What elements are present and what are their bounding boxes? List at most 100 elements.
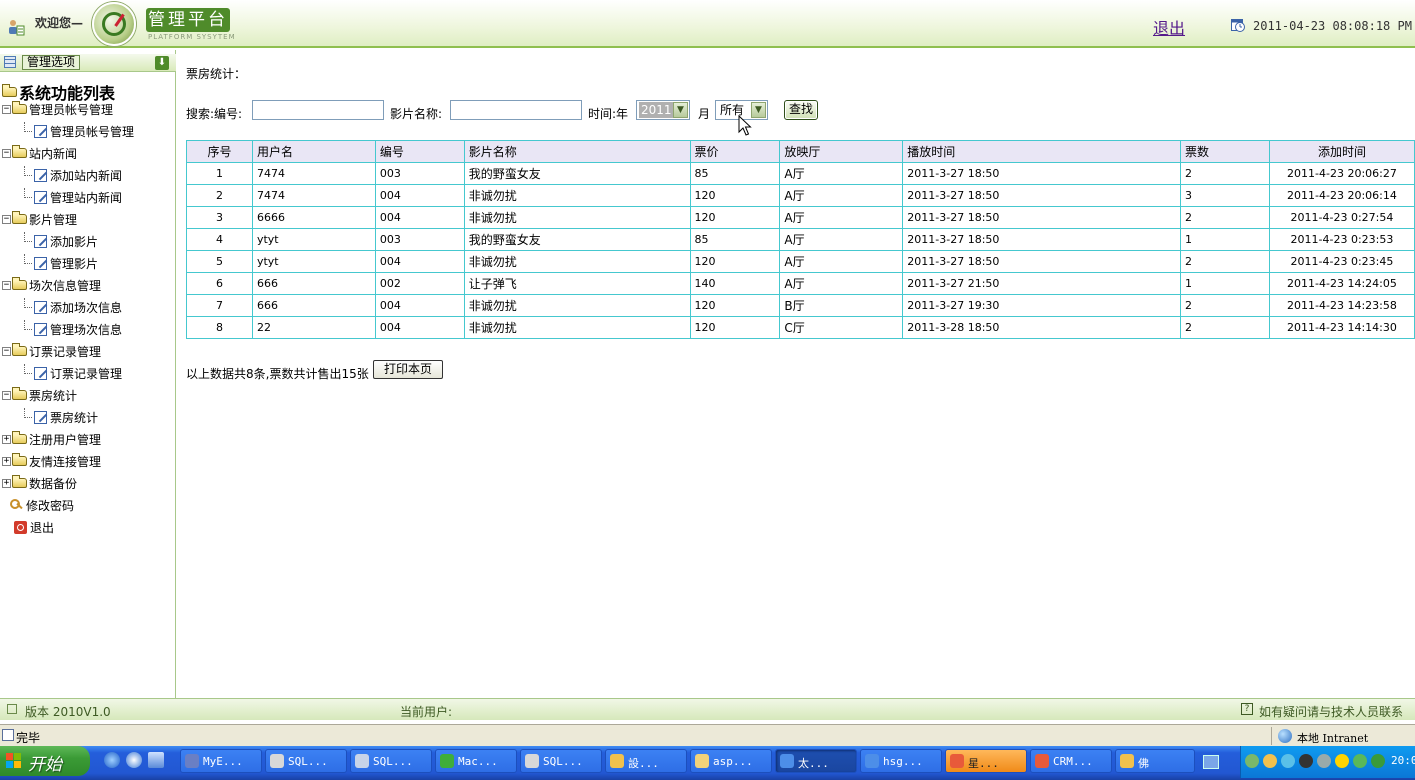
start-button[interactable]: 开始 (0, 746, 90, 776)
search-button[interactable]: 查找 (784, 100, 818, 120)
table-row: 2 7474 004 非诚勿扰 120 A厅 2011-3-27 18:50 3 2011-4-… (186, 184, 1415, 207)
sidebar-group-label: 订票记录管理 (29, 344, 102, 359)
tree-connector (24, 298, 32, 308)
taskbar-button[interactable]: SQL... (265, 749, 347, 773)
taskbar-button[interactable]: SQL... (520, 749, 602, 773)
tray-network-icon[interactable] (1245, 754, 1259, 768)
year-select[interactable]: 2011 ▼ (636, 100, 690, 120)
taskbar-button[interactable]: MyE... (180, 749, 262, 773)
chevron-down-icon[interactable]: ▼ (673, 102, 688, 118)
table-row: 5 ytyt 004 非诚勿扰 120 A厅 2011-3-27 18:50 2 2011-4-… (186, 250, 1415, 273)
folder-open-icon (2, 84, 17, 97)
sidebar-item[interactable]: 添加站内新闻 (24, 166, 122, 184)
sidebar-item-label: 添加站内新闻 (50, 168, 123, 183)
table-cell: A厅 (779, 206, 904, 229)
tray-speaker-icon[interactable] (1299, 754, 1313, 768)
folder-icon (12, 277, 27, 290)
collapse-toggle-icon[interactable]: − (2, 148, 11, 158)
sidebar-group[interactable]: + 友情连接管理 (2, 452, 101, 470)
table-cell: 85 (689, 228, 781, 251)
expand-toggle-icon[interactable]: + (2, 456, 11, 466)
collapse-toggle-icon[interactable]: − (2, 280, 11, 290)
film-name-input[interactable] (450, 100, 582, 120)
sidebar-group[interactable]: − 管理员帐号管理 (2, 100, 113, 118)
sidebar-item-label: 票房统计 (50, 410, 99, 425)
table-cell: 2 (186, 184, 253, 207)
sidebar-item-logout[interactable]: 退出 (14, 518, 54, 536)
taskbar-button[interactable]: 佛 (1115, 749, 1195, 773)
sidebar-item[interactable]: 添加场次信息 (24, 298, 122, 316)
app-footer: 版本 2010V1.0 当前用户: ? 如有疑问请与技术人员联系 (0, 698, 1415, 720)
ie-icon[interactable] (104, 752, 120, 768)
chevron-down-icon[interactable]: ▼ (751, 102, 766, 118)
sidebar-group[interactable]: + 数据备份 (2, 474, 77, 492)
taskbar-button[interactable]: Mac... (435, 749, 517, 773)
table-cell: 666 (251, 294, 376, 317)
taskbar-button[interactable]: SQL... (350, 749, 432, 773)
table-cell: 非诚勿扰 (463, 206, 691, 229)
sidebar-header-label: 管理选项 (22, 55, 81, 70)
taskbar: 开始 MyE... SQL... SQL... Mac... SQL... 設... asp… (0, 746, 1415, 780)
column-header: 添加时间 (1268, 140, 1415, 163)
taskbar-button[interactable]: 設... (605, 749, 687, 773)
collapse-toggle-icon[interactable]: − (2, 390, 11, 400)
collapse-toggle-icon[interactable]: − (2, 214, 11, 224)
collapse-arrow-icon[interactable]: ⬇ (155, 56, 169, 70)
show-desktop-icon[interactable] (1203, 755, 1219, 769)
taskbar-button[interactable]: asp... (690, 749, 772, 773)
table-cell: 非诚勿扰 (463, 294, 691, 317)
sidebar-item[interactable]: 管理影片 (24, 254, 98, 272)
sidebar-item[interactable]: 管理场次信息 (24, 320, 122, 338)
sidebar-group[interactable]: − 影片管理 (2, 210, 77, 228)
sidebar-group[interactable]: − 订票记录管理 (2, 342, 101, 360)
taskbar-button-label: asp... (713, 755, 753, 768)
tray-plus-icon[interactable] (1335, 754, 1349, 768)
sidebar-item[interactable]: 管理员帐号管理 (24, 122, 134, 140)
sidebar-item[interactable]: 订票记录管理 (24, 364, 122, 382)
sidebar-item[interactable]: 票房统计 (24, 408, 98, 426)
app-icon (950, 754, 964, 768)
key-icon (10, 498, 23, 512)
taskbar-button-label: SQL... (373, 755, 413, 768)
table-cell: 8 (186, 316, 253, 339)
folder-icon (12, 387, 27, 400)
sidebar-item[interactable]: 添加影片 (24, 232, 98, 250)
tray-settings-icon[interactable] (1317, 754, 1331, 768)
taskbar-button[interactable]: CRM... (1030, 749, 1112, 773)
logout-link[interactable]: 退出 (1153, 15, 1185, 39)
print-page-button[interactable]: 打印本页 (373, 360, 443, 379)
tray-app-icon[interactable] (1281, 754, 1295, 768)
sidebar-group[interactable]: + 注册用户管理 (2, 430, 101, 448)
tray-shield-icon[interactable] (1353, 754, 1367, 768)
version-icon (7, 704, 17, 714)
browser-icon[interactable] (126, 752, 142, 768)
sidebar-item[interactable]: 管理站内新闻 (24, 188, 122, 206)
expand-toggle-icon[interactable]: + (2, 478, 11, 488)
sidebar-group-label: 票房统计 (29, 388, 78, 403)
number-input[interactable] (252, 100, 384, 120)
brand-subtitle: PLATFORM SYSYTEM (148, 33, 236, 41)
sidebar-group[interactable]: − 票房统计 (2, 386, 77, 404)
collapse-toggle-icon[interactable]: − (2, 346, 11, 356)
collapse-toggle-icon[interactable]: − (2, 104, 11, 114)
app-icon (440, 754, 454, 768)
table-cell: A厅 (779, 250, 904, 273)
tray-antivirus-icon[interactable] (1371, 754, 1385, 768)
film-name-label: 影片名称: (390, 107, 443, 121)
folder-icon (12, 475, 27, 488)
tray-qq-icon[interactable] (1263, 754, 1277, 768)
taskbar-button[interactable]: hsg... (860, 749, 942, 773)
quick-launch (100, 752, 172, 770)
sidebar-group-label: 友情连接管理 (29, 454, 102, 469)
show-desktop-icon[interactable] (148, 752, 164, 768)
taskbar-button[interactable]: 太... (775, 749, 857, 773)
sidebar-item-change-password[interactable]: 修改密码 (10, 496, 74, 514)
folder-icon (12, 211, 27, 224)
expand-toggle-icon[interactable]: + (2, 434, 11, 444)
sidebar-group[interactable]: − 站内新闻 (2, 144, 77, 162)
sidebar-group[interactable]: − 场次信息管理 (2, 276, 101, 294)
sidebar-group-label: 数据备份 (29, 476, 78, 491)
taskbar-button[interactable]: 星... (945, 749, 1027, 773)
sidebar-item-label: 订票记录管理 (50, 366, 123, 381)
table-cell: 2011-3-27 18:50 (902, 228, 1182, 251)
